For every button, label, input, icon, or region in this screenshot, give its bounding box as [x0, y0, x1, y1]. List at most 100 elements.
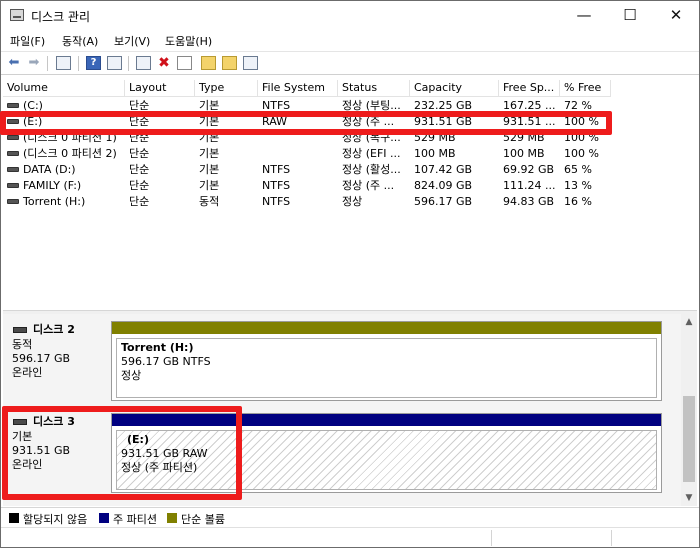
column-header-percent-free[interactable]: % Free [560, 80, 611, 97]
toolbar-separator [47, 56, 48, 71]
hard-disk-icon [13, 327, 27, 333]
volume-name: Torrent (H:) [23, 195, 86, 208]
disk-3-partition[interactable]: (E:) 931.51 GB RAW 정상 (주 파티션) [111, 413, 662, 493]
disk-management-window: 디스크 관리 — ☐ ✕ 파일(F) 동작(A) 보기(V) 도움말(H) ⬅ … [0, 0, 700, 548]
volume-name: (C:) [23, 99, 43, 112]
filesystem-cell: NTFS [262, 179, 291, 192]
column-header-free-space[interactable]: Free Sp... [499, 80, 560, 97]
partition-title: (E:) [127, 433, 149, 446]
table-row[interactable]: DATA (D:) 단순 기본 NTFS 정상 (활성... 107.42 GB… [3, 162, 697, 178]
title-bar: 디스크 관리 — ☐ ✕ [1, 1, 699, 30]
table-row[interactable]: (C:) 단순 기본 NTFS 정상 (부팅... 232.25 GB 167.… [3, 98, 697, 114]
torrent-volume-area[interactable]: Torrent (H:) 596.17 GB NTFS 정상 [116, 338, 657, 398]
partition-detail: 596.17 GB NTFS [121, 355, 211, 368]
layout-cell: 단순 [129, 195, 150, 208]
column-header-type[interactable]: Type [195, 80, 258, 97]
layout-cell: 단순 [129, 179, 150, 192]
filesystem-cell: RAW [262, 115, 287, 128]
status-cell: 정상 (EFI ... [342, 147, 401, 160]
type-cell: 동적 [199, 195, 220, 208]
table-row[interactable]: (디스크 0 파티션 2) 단순 기본 정상 (EFI ... 100 MB 1… [3, 146, 697, 162]
check-icon[interactable] [177, 56, 192, 70]
maximize-button[interactable]: ☐ [607, 1, 653, 30]
disk-3-name: 디스크 3 [33, 415, 75, 428]
menu-file[interactable]: 파일(F) [10, 33, 45, 49]
partition-status: 정상 (주 파티션) [121, 461, 198, 474]
disk-3-type: 기본 [12, 430, 33, 443]
free-space-cell: 100 MB [503, 147, 545, 160]
toolbar-separator [128, 56, 129, 71]
layout-cell: 단순 [129, 99, 150, 112]
table-row[interactable]: (디스크 0 파티션 1) 단순 기본 정상 (복구... 529 MB 529… [3, 130, 697, 146]
scroll-up-arrow-icon[interactable]: ▲ [681, 314, 697, 330]
capacity-cell: 232.25 GB [414, 99, 473, 112]
status-cell: 정상 (활성... [342, 163, 401, 176]
menu-view[interactable]: 보기(V) [114, 33, 150, 49]
column-header-status[interactable]: Status [338, 80, 410, 97]
menu-help[interactable]: 도움말(H) [165, 33, 212, 49]
volume-name: (디스크 0 파티션 2) [23, 147, 117, 160]
capacity-cell: 824.09 GB [414, 179, 473, 192]
delete-icon[interactable]: ✖ [156, 55, 172, 71]
disk-2-label[interactable]: 디스크 2 동적 596.17 GB 온라인 [3, 320, 107, 406]
export-icon[interactable] [201, 56, 216, 70]
disk-3-label[interactable]: 디스크 3 기본 931.51 GB 온라인 [3, 411, 107, 497]
status-cell: 정상 (주 ... [342, 179, 395, 192]
capacity-cell: 931.51 GB [414, 115, 473, 128]
legend: 할당되지 않음 주 파티션 단순 볼륨 [1, 507, 699, 527]
percent-free-cell: 65 % [564, 163, 592, 176]
partition-title: Torrent (H:) [121, 341, 194, 354]
hard-disk-icon [13, 419, 27, 425]
column-header-capacity[interactable]: Capacity [410, 80, 499, 97]
properties-icon[interactable] [107, 56, 122, 70]
connect-icon[interactable] [136, 56, 151, 70]
table-row[interactable]: Torrent (H:) 단순 동적 NTFS 정상 596.17 GB 94.… [3, 194, 697, 210]
status-cell: 정상 (부팅... [342, 99, 401, 112]
back-arrow-icon[interactable]: ⬅ [6, 55, 22, 71]
filesystem-cell: NTFS [262, 195, 291, 208]
e-drive-volume-area[interactable]: (E:) 931.51 GB RAW 정상 (주 파티션) [116, 430, 657, 490]
disk-2-name: 디스크 2 [33, 323, 75, 336]
volume-name: (E:) [23, 115, 43, 128]
percent-free-cell: 16 % [564, 195, 592, 208]
disk-3-size: 931.51 GB [12, 444, 71, 457]
help-icon[interactable]: ? [86, 56, 101, 70]
search-icon[interactable] [222, 56, 237, 70]
simple-volume-bar [112, 322, 661, 334]
settings-icon[interactable] [243, 56, 258, 70]
column-header-file-system[interactable]: File System [258, 80, 338, 97]
disk-pane-scrollbar[interactable]: ▲ ▼ [681, 314, 697, 506]
scrollbar-thumb[interactable] [683, 396, 695, 482]
status-cell: 정상 (복구... [342, 131, 401, 144]
disk-2-partition[interactable]: Torrent (H:) 596.17 GB NTFS 정상 [111, 321, 662, 401]
menu-action[interactable]: 동작(A) [62, 33, 98, 49]
disk-management-app-icon [10, 9, 24, 21]
console-tree-icon[interactable] [56, 56, 71, 70]
free-space-cell: 94.83 GB [503, 195, 555, 208]
legend-swatch-unallocated [9, 513, 19, 523]
type-cell: 기본 [199, 147, 220, 160]
forward-arrow-icon[interactable]: ➡ [26, 55, 42, 71]
table-row[interactable]: FAMILY (F:) 단순 기본 NTFS 정상 (주 ... 824.09 … [3, 178, 697, 194]
free-space-cell: 69.92 GB [503, 163, 555, 176]
layout-cell: 단순 [129, 147, 150, 160]
partition-detail: 931.51 GB RAW [121, 447, 208, 460]
column-header-layout[interactable]: Layout [125, 80, 195, 97]
toolbar: ⬅ ➡ ? ✖ [1, 51, 699, 75]
status-cell: 정상 (주 ... [342, 115, 395, 128]
volume-name: (디스크 0 파티션 1) [23, 131, 117, 144]
legend-swatch-simple [167, 513, 177, 523]
capacity-cell: 100 MB [414, 147, 456, 160]
column-header-volume[interactable]: Volume [3, 80, 125, 97]
legend-label-unallocated: 할당되지 않음 [23, 513, 88, 526]
layout-cell: 단순 [129, 131, 150, 144]
close-button[interactable]: ✕ [653, 1, 699, 30]
volume-name: DATA (D:) [23, 163, 76, 176]
volume-name: FAMILY (F:) [23, 179, 82, 192]
layout-cell: 단순 [129, 115, 150, 128]
percent-free-cell: 100 % [564, 115, 599, 128]
table-row[interactable]: (E:) 단순 기본 RAW 정상 (주 ... 931.51 GB 931.5… [3, 114, 697, 130]
scroll-down-arrow-icon[interactable]: ▼ [681, 490, 697, 506]
minimize-button[interactable]: — [561, 1, 607, 30]
filesystem-cell: NTFS [262, 99, 291, 112]
